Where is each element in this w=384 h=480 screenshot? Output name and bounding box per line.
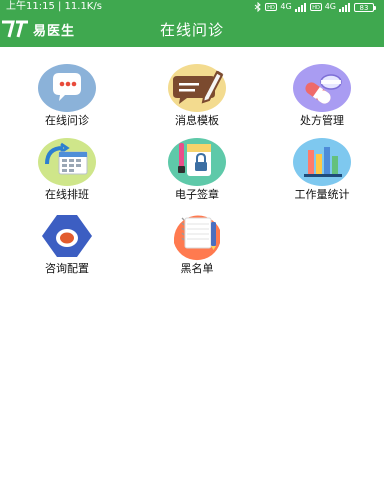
menu-item-electronic-seal[interactable]: 电子签章	[134, 136, 260, 210]
calendar-schedule-icon	[37, 136, 97, 188]
menu-item-online-schedule[interactable]: 在线排班	[0, 136, 134, 210]
menu-item-label: 黑名单	[180, 262, 214, 275]
app-screen: 上午11:15 | 11.1K/s HD 4G HD 4G 83 易医生 在线问…	[0, 0, 384, 480]
signal-icon	[339, 2, 351, 12]
menu-item-label: 在线问诊	[45, 114, 89, 127]
page-title: 在线问诊	[159, 21, 224, 39]
menu-item-label: 处方管理	[300, 114, 344, 127]
blacklist-notebook-icon	[167, 210, 227, 262]
menu-item-label: 消息模板	[175, 114, 219, 127]
svg-text:HD: HD	[268, 5, 276, 11]
menu-item-consultation-config[interactable]: 咨询配置	[0, 210, 134, 284]
bluetooth-icon	[254, 2, 262, 12]
menu-item-label: 工作量统计	[294, 188, 350, 201]
menu-item-workload-statistics[interactable]: 工作量统计	[260, 136, 384, 210]
battery-icon: 83	[354, 2, 376, 12]
status-bar: 上午11:15 | 11.1K/s HD 4G HD 4G 83	[0, 0, 384, 14]
lock-seal-icon	[167, 136, 227, 188]
hd-icon: HD	[265, 3, 278, 11]
menu-item-label: 咨询配置	[45, 262, 89, 275]
signal-icon	[294, 2, 307, 12]
menu-item-label: 在线排班	[45, 188, 89, 201]
network-label-2: 4G	[324, 2, 336, 11]
hd-icon: HD	[309, 3, 322, 11]
chat-bubble-icon	[37, 62, 97, 114]
status-time-and-speed: 上午11:15 | 11.1K/s	[6, 1, 102, 12]
config-hexagon-icon	[37, 210, 97, 262]
menu-item-online-consultation[interactable]: 在线问诊	[0, 62, 134, 136]
menu-grid: 在线问诊 消息模板 处方管理 在线排班 电子签章 工作量统计 咨询配置 黑名单	[0, 62, 384, 284]
menu-item-blacklist[interactable]: 黑名单	[134, 210, 260, 284]
svg-text:HD: HD	[312, 5, 320, 11]
menu-item-message-template[interactable]: 消息模板	[134, 62, 260, 136]
message-template-icon	[167, 62, 227, 114]
book-stats-icon	[292, 136, 352, 188]
network-label-1: 4G	[280, 2, 292, 11]
menu-item-label: 电子签章	[175, 188, 219, 201]
status-icons: HD 4G HD 4G 83	[254, 0, 376, 14]
header-bar: 上午11:15 | 11.1K/s HD 4G HD 4G 83 易医生 在线问…	[0, 0, 384, 47]
pill-prescription-icon	[292, 62, 352, 114]
menu-item-prescription-management[interactable]: 处方管理	[260, 62, 384, 136]
